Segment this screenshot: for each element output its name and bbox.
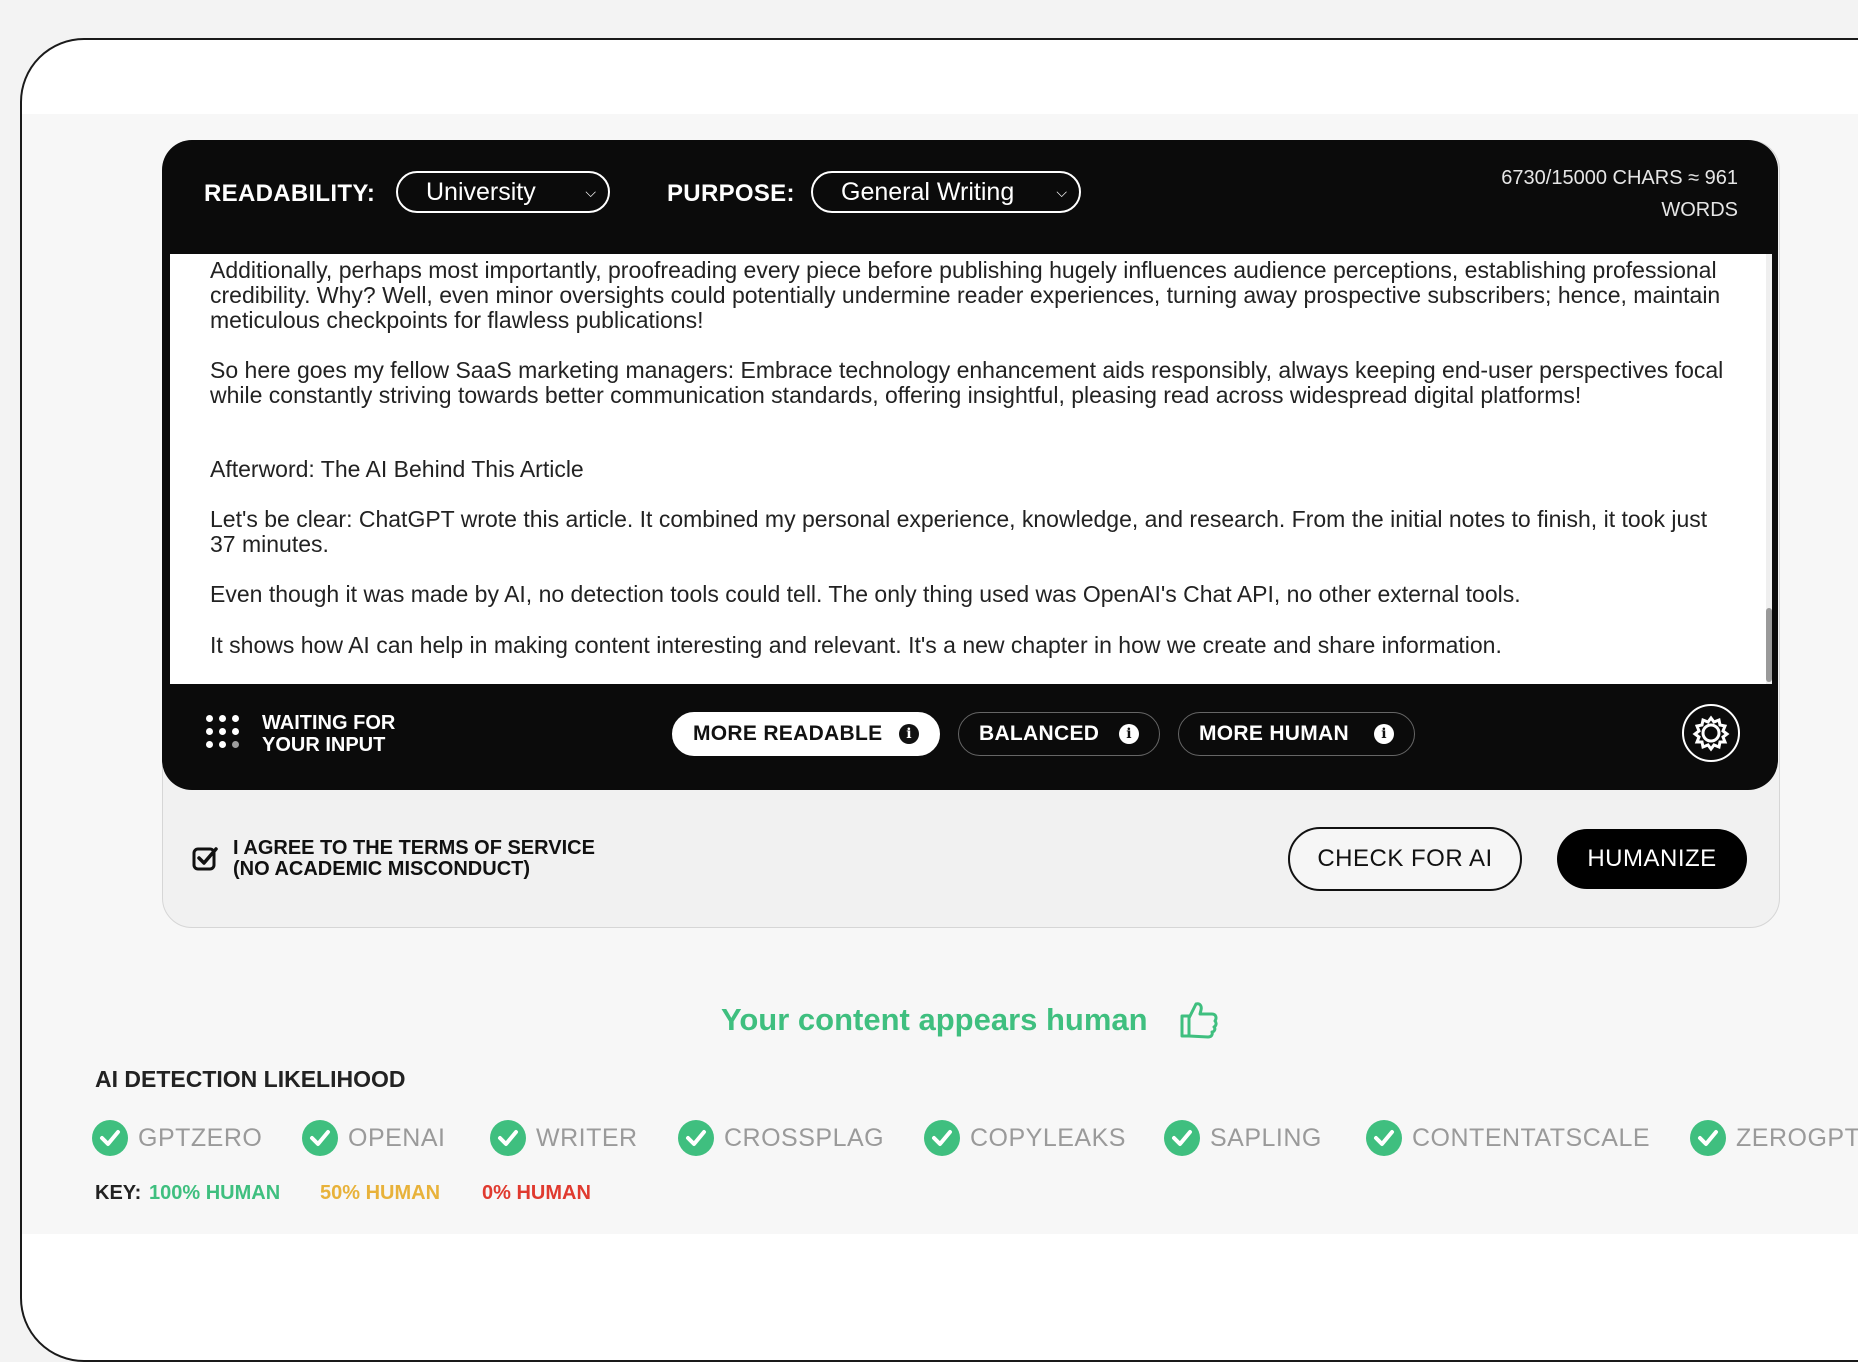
purpose-value: General Writing	[841, 178, 1015, 206]
editor-paragraph: Additionally, perhaps most importantly, …	[210, 257, 1721, 333]
check-circle-icon	[1690, 1120, 1726, 1156]
key-label: KEY:	[95, 1182, 142, 1204]
terms-label: I AGREE TO THE TERMS OF SERVICE (NO ACAD…	[233, 838, 595, 880]
editor-paragraph: It shows how AI can help in making conte…	[210, 632, 1502, 658]
detection-title: AI DETECTION LIKELIHOOD	[95, 1066, 406, 1092]
readability-value: University	[426, 178, 536, 206]
readability-select[interactable]: University ⌵	[396, 171, 610, 213]
character-count: 6730/15000 CHARS ≈ 961 WORDS	[1438, 162, 1738, 226]
status-dots-icon	[206, 715, 240, 751]
info-icon[interactable]: i	[899, 724, 919, 744]
thumbs-up-icon	[1180, 1002, 1218, 1039]
detector-item: CONTENTATSCALE	[1366, 1120, 1650, 1156]
key-100-human: 100% HUMAN	[149, 1182, 281, 1204]
purpose-label: PURPOSE:	[667, 180, 795, 207]
check-for-ai-button[interactable]: CHECK FOR AI	[1288, 827, 1522, 891]
mode-balanced[interactable]: BALANCED i	[958, 712, 1160, 756]
readability-label: READABILITY:	[204, 180, 376, 207]
verdict-text: Your content appears human	[721, 1002, 1148, 1037]
check-circle-icon	[490, 1120, 526, 1156]
detector-item: SAPLING	[1164, 1120, 1322, 1156]
check-circle-icon	[302, 1120, 338, 1156]
mode-more-readable[interactable]: MORE READABLE i	[672, 712, 940, 756]
status-line2: YOUR INPUT	[262, 734, 386, 756]
chevron-down-icon: ⌵	[1056, 184, 1067, 200]
detector-name: OPENAI	[348, 1123, 446, 1152]
check-circle-icon	[1366, 1120, 1402, 1156]
check-circle-icon	[1164, 1120, 1200, 1156]
status-text: WAITING FOR YOUR INPUT	[262, 712, 395, 756]
status-line1: WAITING FOR	[262, 712, 396, 734]
detector-name: GPTZERO	[138, 1123, 263, 1152]
editor-paragraph: Let's be clear: ChatGPT wrote this artic…	[210, 506, 1708, 557]
terms-checkbox[interactable]	[192, 845, 218, 871]
humanize-button[interactable]: HUMANIZE	[1557, 829, 1747, 889]
detector-item: WRITER	[490, 1120, 638, 1156]
info-icon[interactable]: i	[1119, 724, 1139, 744]
editor-scrollbar-thumb[interactable]	[1766, 608, 1772, 682]
purpose-select[interactable]: General Writing ⌵	[811, 171, 1081, 213]
editor-paragraph: So here goes my fellow SaaS marketing ma…	[210, 357, 1724, 408]
detector-name: WRITER	[536, 1123, 638, 1152]
detector-item: OPENAI	[302, 1120, 445, 1156]
key-50-human: 50% HUMAN	[320, 1182, 441, 1204]
detector-item: CROSSPLAG	[678, 1120, 884, 1156]
character-count-line1: 6730/15000 CHARS ≈ 961	[1501, 167, 1738, 189]
detector-name: SAPLING	[1210, 1123, 1322, 1152]
character-count-line2: WORDS	[1661, 199, 1738, 221]
mode-more-human[interactable]: MORE HUMAN i	[1178, 712, 1415, 756]
detector-item: ZEROGPT	[1690, 1120, 1858, 1156]
gear-icon	[1692, 715, 1730, 752]
detector-item: GPTZERO	[92, 1120, 262, 1156]
detector-name: COPYLEAKS	[970, 1123, 1126, 1152]
detector-item: COPYLEAKS	[924, 1120, 1126, 1156]
editor-paragraph: Afterword: The AI Behind This Article	[210, 456, 584, 482]
key-0-human: 0% HUMAN	[482, 1182, 591, 1204]
detector-name: CROSSPLAG	[724, 1123, 885, 1152]
mode-label: BALANCED	[979, 722, 1100, 745]
info-icon[interactable]: i	[1374, 724, 1394, 744]
chevron-down-icon: ⌵	[585, 184, 596, 200]
editor-paragraph: Even though it was made by AI, no detect…	[210, 581, 1521, 607]
terms-line1: I AGREE TO THE TERMS OF SERVICE	[233, 837, 595, 859]
mode-label: MORE READABLE	[693, 722, 883, 745]
detector-name: CONTENTATSCALE	[1412, 1123, 1651, 1152]
check-circle-icon	[924, 1120, 960, 1156]
check-circle-icon	[92, 1120, 128, 1156]
mode-label: MORE HUMAN	[1199, 722, 1349, 745]
checkbox-checked-icon	[192, 847, 218, 871]
detector-name: ZEROGPT	[1736, 1123, 1858, 1152]
check-circle-icon	[678, 1120, 714, 1156]
terms-line2: (NO ACADEMIC MISCONDUCT)	[233, 858, 531, 880]
settings-button[interactable]	[1682, 704, 1740, 762]
